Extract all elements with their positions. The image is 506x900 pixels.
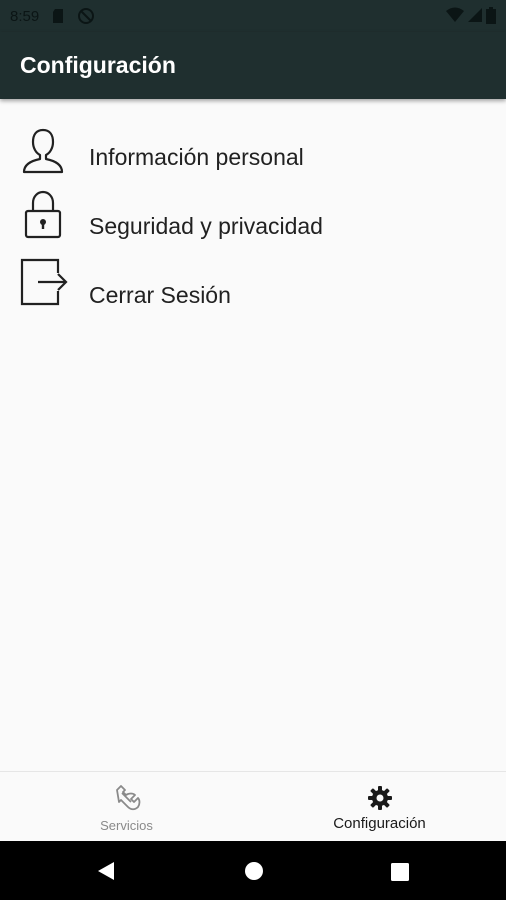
logout-icon [20, 258, 68, 306]
page-title: Configuración [20, 52, 176, 78]
menu-item-label: Cerrar Sesión [89, 282, 231, 308]
settings-menu: Información personal Seguridad y privaci… [0, 112, 506, 319]
menu-item-label: Información personal [89, 144, 304, 170]
menu-item-logout[interactable]: Cerrar Sesión [0, 258, 506, 329]
wrench-icon [115, 785, 140, 811]
sd-card-icon [53, 9, 64, 23]
menu-item-personal-info[interactable]: Información personal [0, 122, 506, 191]
back-icon[interactable] [96, 860, 116, 882]
recents-icon[interactable] [390, 862, 410, 882]
nav-label-configuracion: Configuración [333, 815, 426, 832]
nav-label-servicios: Servicios [100, 818, 153, 833]
app-bar: Configuración [0, 32, 506, 99]
status-bar: 8:59 [0, 0, 506, 32]
home-icon[interactable] [243, 860, 265, 882]
battery-icon [486, 7, 496, 24]
wifi-icon [446, 7, 464, 22]
lock-icon [24, 190, 62, 239]
nav-tab-configuracion[interactable]: Configuración [253, 772, 506, 842]
no-disturb-icon [78, 8, 95, 24]
bottom-navigation: Servicios Configuración [0, 771, 506, 842]
signal-icon [468, 8, 482, 22]
system-navigation-bar [0, 841, 506, 900]
nav-tab-servicios[interactable]: Servicios [0, 772, 253, 842]
menu-item-security-privacy[interactable]: Seguridad y privacidad [0, 190, 506, 260]
menu-item-label: Seguridad y privacidad [89, 213, 323, 239]
person-icon [22, 128, 64, 174]
gear-icon [367, 786, 392, 810]
status-time: 8:59 [10, 7, 40, 25]
